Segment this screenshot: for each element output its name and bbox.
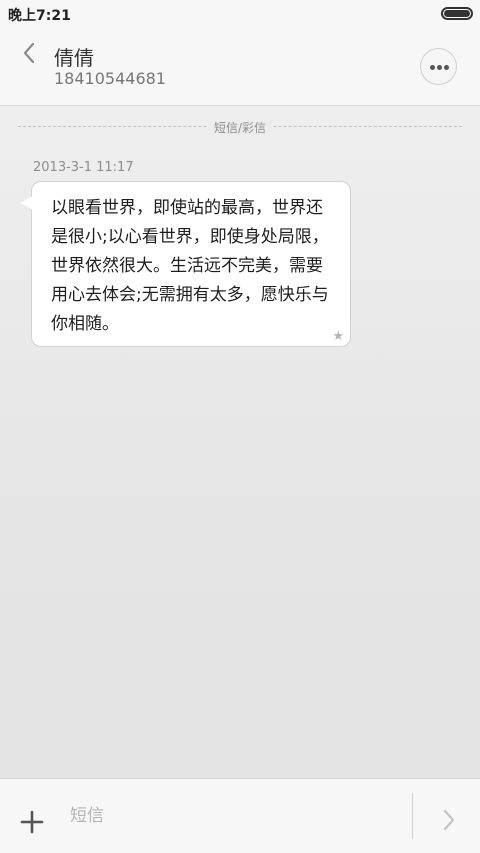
battery-icon: [441, 7, 473, 20]
status-bar: 晚上7:21: [0, 0, 480, 26]
divider-label-wrap: 短信/彩信: [18, 119, 462, 136]
more-options-button[interactable]: [420, 48, 457, 85]
thread-type-divider: 短信/彩信: [18, 118, 462, 136]
more-dot: [444, 65, 449, 70]
bubble-tail: [20, 196, 33, 210]
send-button[interactable]: [434, 805, 464, 835]
chevron-right-icon: [443, 809, 455, 831]
chevron-left-icon: [23, 42, 35, 64]
star-icon: ★: [332, 329, 344, 344]
more-dot: [437, 65, 442, 70]
status-time: 晚上7:21: [8, 8, 71, 24]
battery-fill: [444, 10, 470, 17]
message-input[interactable]: [70, 799, 400, 833]
message-timestamp: 2013-3-1 11:17: [33, 160, 134, 175]
conversation-header: 倩倩 18410544681: [0, 26, 480, 106]
contact-number: 18410544681: [54, 69, 166, 88]
message-bubble[interactable]: 以眼看世界，即使站的最高，世界还是很小;以心看世界，即使身处局限，世界依然很大。…: [31, 181, 351, 347]
sms-conversation-screen: 晚上7:21 倩倩 18410544681 短信/彩信 2013-3-1 11:…: [0, 0, 480, 853]
attach-button[interactable]: [17, 807, 47, 837]
message-text: 以眼看世界，即使站的最高，世界还是很小;以心看世界，即使身处局限，世界依然很大。…: [51, 198, 329, 334]
back-button[interactable]: [14, 38, 44, 68]
plus-icon: [20, 810, 44, 834]
more-dot: [430, 65, 435, 70]
contact-name: 倩倩: [54, 46, 94, 70]
message-composer: [0, 778, 480, 853]
composer-separator: [412, 793, 413, 839]
divider-label: 短信/彩信: [207, 121, 273, 135]
